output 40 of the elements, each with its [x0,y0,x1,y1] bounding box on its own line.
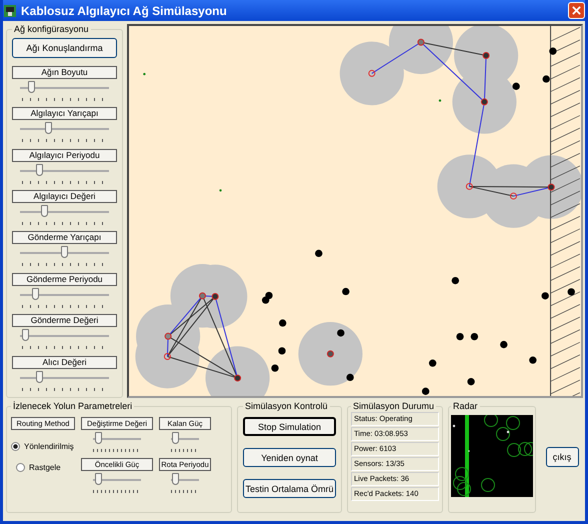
group-title: Simülasyon Kontrolü [244,401,329,411]
radio-option[interactable]: Rastgele [16,463,75,472]
deploy-button[interactable]: Ağı Konuşlandırma [12,38,117,58]
slider-label: Algılayıcı Yarıçapı [12,107,117,120]
app-icon [3,4,17,18]
slider-label: Ağın Boyutu [12,66,117,79]
group-title: İzlenecek Yolun Parametreleri [12,401,134,411]
group-title: Radar [452,401,479,411]
slider-thumb[interactable] [44,122,52,134]
slider-thumb[interactable] [40,204,48,217]
window-title: Kablosuz Algılayıcı Ağ Simülasyonu [21,4,228,18]
slider-label: Gönderme Periyodu [12,272,117,286]
radio-button[interactable] [11,442,20,451]
close-icon [572,6,581,15]
slider-label: Gönderme Yarıçapı [12,231,117,244]
slider-thumb[interactable] [32,288,40,300]
slider-thumb[interactable] [95,432,102,444]
group-title: Simülasyon Durumu [352,401,436,411]
slider-label: Alıcı Değeri [12,356,117,369]
control-button[interactable]: Yeniden oynat [243,448,336,467]
radio-label: Rastgele [29,463,61,472]
close-button[interactable] [568,2,585,19]
slider-thumb[interactable] [95,473,102,485]
slider-thumb[interactable] [172,473,180,485]
slider-label: Algılayıcı Değeri [12,190,117,203]
group-title: Ağ konfigürasyonu [13,24,90,34]
slider-label: Algılayıcı Periyodu [12,148,117,162]
exit-button[interactable]: çıkış [546,447,578,467]
slider-label: Gönderme Değeri [12,314,117,328]
control-button[interactable]: Testin Ortalama Ömrü [243,479,336,498]
slider-thumb[interactable] [172,432,180,444]
radio-option[interactable]: Yönlendirilmiş [11,442,75,451]
slider-thumb[interactable] [36,370,44,383]
slider-thumb[interactable] [61,246,68,258]
radio-button[interactable] [16,463,25,472]
slider-thumb[interactable] [36,164,44,176]
slider-thumb[interactable] [28,80,36,93]
slider-thumb[interactable] [22,329,30,342]
radio-label: Yönlendirilmiş [24,442,74,451]
control-button[interactable]: Stop Simulation [243,417,336,436]
